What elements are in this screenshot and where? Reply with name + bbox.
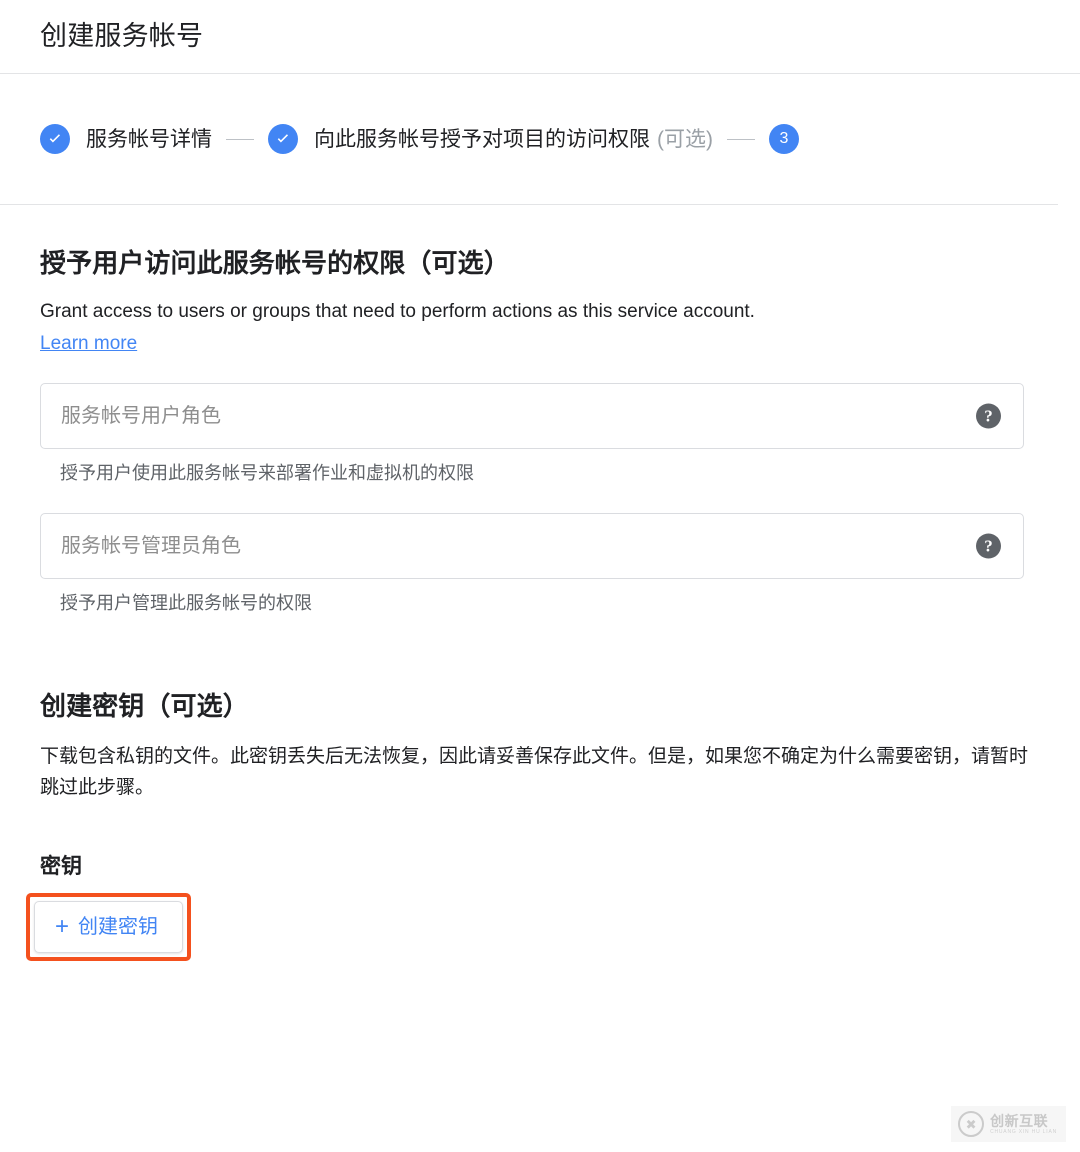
service-account-users-role-input[interactable]: 服务帐号用户角色 ? [40,383,1024,450]
circle-x-logo-icon: ✖ [958,1111,985,1137]
check-icon [40,124,70,154]
step-number-badge: 3 [769,124,799,154]
grant-access-description: Grant access to users or groups that nee… [40,300,755,322]
field-block-admins-role: 服务帐号管理员角色 ? 授予用户管理此服务帐号的权限 [40,513,1040,615]
users-role-hint: 授予用户使用此服务帐号来部署作业和虚拟机的权限 [60,463,474,484]
page-header: 创建服务帐号 [0,0,1080,73]
help-icon[interactable]: ? [976,403,1001,429]
check-icon [268,124,298,154]
watermark-name-cn: 创新互联 [990,1112,1049,1129]
help-icon[interactable]: ? [976,533,1001,559]
service-account-admins-role-input[interactable]: 服务帐号管理员角色 ? [40,513,1024,580]
watermark-name-en: CHUANG XIN HU LIAN [990,1128,1057,1135]
create-key-highlight-box: + 创建密钥 [26,892,192,961]
create-key-button-label: 创建密钥 [78,915,159,938]
wizard-stepper: 服务帐号详情 向此服务帐号授予对项目的访问权限 (可选) 3 [0,74,1080,204]
grant-access-heading: 授予用户访问此服务帐号的权限（可选） [40,248,510,278]
admins-role-hint: 授予用户管理此服务帐号的权限 [60,593,312,614]
stepper-connector-1 [226,138,254,140]
stepper-connector-2 [727,138,755,140]
create-key-description: 下载包含私钥的文件。此密钥丢失后无法恢复，因此请妥善保存此文件。但是，如果您不确… [40,746,1029,799]
stepper-step-grant-project-access[interactable]: 向此服务帐号授予对项目的访问权限 (可选) [268,124,713,154]
stepper-step-grant-user-access[interactable]: 3 [769,124,799,154]
admins-role-placeholder: 服务帐号管理员角色 [61,535,241,558]
users-role-placeholder: 服务帐号用户角色 [61,405,221,428]
watermark: ✖ 创新互联 CHUANG XIN HU LIAN [951,1106,1066,1142]
create-key-heading: 创建密钥（可选） [40,690,249,721]
stepper-step-service-account-details[interactable]: 服务帐号详情 [40,124,212,154]
stepper-step-2-label: 向此服务帐号授予对项目的访问权限 [314,127,650,151]
keys-sub-heading: 密钥 [40,854,82,878]
stepper-step-1-label: 服务帐号详情 [86,127,212,151]
field-block-users-role: 服务帐号用户角色 ? 授予用户使用此服务帐号来部署作业和虚拟机的权限 [40,383,1040,485]
page-title: 创建服务帐号 [40,21,204,51]
create-key-button[interactable]: + 创建密钥 [34,900,184,953]
watermark-text: 创新互联 CHUANG XIN HU LIAN [990,1114,1057,1135]
stepper-step-2-optional: (可选) [657,127,713,151]
plus-icon: + [55,912,70,940]
learn-more-link[interactable]: Learn more [40,333,137,355]
main-content: 授予用户访问此服务帐号的权限（可选） Grant access to users… [0,205,1080,961]
